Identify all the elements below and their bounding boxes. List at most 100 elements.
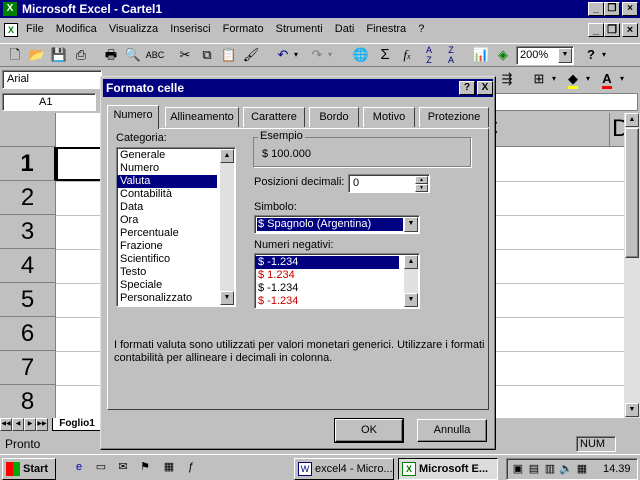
sort-descending-icon[interactable]: ZA — [440, 44, 462, 66]
next-sheet-icon[interactable]: ▶ — [24, 418, 36, 431]
tray-network-icon[interactable]: ▣ — [511, 462, 525, 476]
app-title-bar[interactable]: X Microsoft Excel - Cartel1 _ ❐ × — [0, 0, 640, 18]
last-sheet-icon[interactable]: ▶▶ — [36, 418, 48, 431]
first-sheet-icon[interactable]: ◀◀ — [0, 418, 12, 431]
tab-protezione[interactable]: Protezione — [419, 107, 489, 127]
row-header[interactable]: 1 — [0, 147, 56, 181]
negative-scroll-up-icon[interactable]: ▲ — [404, 255, 418, 269]
sort-ascending-icon[interactable]: AZ — [418, 44, 440, 66]
ok-button[interactable]: OK — [334, 418, 404, 443]
tab-allineamento[interactable]: Allineamento — [165, 107, 239, 127]
name-box[interactable]: A1 — [2, 93, 96, 111]
undo-dropdown-icon[interactable]: ▾ — [290, 44, 302, 66]
autosum-icon[interactable]: Σ — [374, 44, 396, 66]
new-file-icon[interactable]: 🗋 — [4, 44, 26, 66]
prev-sheet-icon[interactable]: ◀ — [12, 418, 24, 431]
list-item[interactable]: Percentuale — [117, 227, 235, 240]
scroll-down-icon[interactable]: ▼ — [625, 403, 639, 417]
zoom-select[interactable]: 200% ▼ — [516, 46, 574, 65]
spin-up-icon[interactable]: ▲ — [415, 176, 428, 184]
tray-scheduler-icon[interactable]: ▥ — [543, 462, 557, 476]
negative-numbers-list[interactable]: $ -1.234 $ 1.234 $ -1.234 $ -1.234 ▲ ▼ — [254, 253, 420, 309]
row-header[interactable]: 7 — [0, 351, 56, 385]
print-preview-icon[interactable]: ⎙ — [70, 44, 92, 66]
menu-modifica[interactable]: Modifica — [56, 23, 97, 35]
restore-button[interactable]: ❐ — [604, 2, 620, 16]
desktop-icon[interactable]: ▭ — [94, 460, 108, 474]
spellcheck-icon[interactable]: ABC — [144, 44, 166, 66]
list-item[interactable]: Scientifico — [117, 253, 235, 266]
sheet-tab-foglio1[interactable]: Foglio1 — [52, 418, 102, 431]
category-scrollbar[interactable]: ▲ ▼ — [220, 149, 234, 305]
negative-list-scrollbar[interactable]: ▲ ▼ — [404, 255, 418, 307]
tab-motivo[interactable]: Motivo — [363, 107, 415, 127]
menu-dati[interactable]: Dati — [335, 23, 355, 35]
doc-close-button[interactable]: × — [622, 23, 638, 37]
tab-carattere[interactable]: Carattere — [243, 107, 305, 127]
list-item[interactable]: $ -1.234 — [255, 256, 399, 269]
row-header[interactable]: 4 — [0, 249, 56, 283]
font-name-select[interactable]: Arial — [2, 70, 102, 89]
ie-icon[interactable]: e — [72, 460, 86, 474]
minimize-button[interactable]: _ — [588, 2, 604, 16]
quicklaunch-icon[interactable]: ▦ — [162, 460, 176, 474]
open-folder-icon[interactable]: 📂 — [26, 44, 48, 66]
category-scroll-down-icon[interactable]: ▼ — [220, 291, 234, 305]
preview-icon[interactable]: 🔍 — [122, 44, 144, 66]
close-button[interactable]: × — [622, 2, 638, 16]
negative-scroll-down-icon[interactable]: ▼ — [404, 293, 418, 307]
category-scroll-up-icon[interactable]: ▲ — [220, 149, 234, 163]
zoom-dropdown-icon[interactable]: ▼ — [558, 48, 572, 63]
row-header[interactable]: 3 — [0, 215, 56, 249]
wrap-text-icon[interactable]: ⇶ — [496, 68, 518, 90]
menu-inserisci[interactable]: Inserisci — [170, 23, 210, 35]
cut-icon[interactable]: ✂ — [174, 44, 196, 66]
save-icon[interactable]: 💾 — [48, 44, 70, 66]
font-color-dropdown-icon[interactable]: ▾ — [616, 68, 628, 90]
select-all-corner[interactable] — [0, 113, 56, 147]
doc-minimize-button[interactable]: _ — [588, 23, 604, 37]
dialog-help-button[interactable]: ? — [459, 81, 475, 95]
decimal-places-input[interactable]: 0 ▲ ▼ — [348, 174, 430, 193]
scroll-thumb[interactable] — [625, 128, 639, 258]
menu-visualizza[interactable]: Visualizza — [109, 23, 158, 35]
currency-dropdown-icon[interactable]: ▼ — [404, 217, 418, 232]
menu-finestra[interactable]: Finestra — [366, 23, 406, 35]
list-item[interactable]: Numero — [117, 162, 235, 175]
menu-strumenti[interactable]: Strumenti — [276, 23, 323, 35]
list-item[interactable]: Ora — [117, 214, 235, 227]
list-item[interactable]: Frazione — [117, 240, 235, 253]
list-item[interactable]: Contabilità — [117, 188, 235, 201]
row-header[interactable]: 6 — [0, 317, 56, 351]
dialog-close-button[interactable]: X — [477, 81, 493, 95]
script-icon[interactable]: ƒ — [184, 460, 198, 474]
vertical-scrollbar[interactable]: ▲ ▼ — [624, 113, 640, 418]
list-item[interactable]: Testo — [117, 266, 235, 279]
list-item[interactable]: Personalizzato — [117, 292, 235, 305]
function-icon[interactable]: fx — [396, 44, 418, 66]
tray-monitor-icon[interactable]: ▤ — [527, 462, 541, 476]
list-item[interactable]: $ 1.234 — [255, 269, 419, 282]
menu-help[interactable]: ? — [418, 23, 424, 35]
clock[interactable]: 14.39 — [603, 463, 631, 475]
borders-icon[interactable]: ⊞ — [528, 68, 550, 90]
taskbar-item[interactable]: X Microsoft E... — [398, 458, 498, 480]
list-item[interactable]: Data — [117, 201, 235, 214]
map-icon[interactable]: ◈ — [492, 44, 514, 66]
list-item[interactable]: $ -1.234 — [255, 295, 419, 308]
fill-color-icon[interactable]: ◆ — [562, 68, 584, 90]
format-painter-icon[interactable]: 🖌 — [240, 44, 262, 66]
menu-formato[interactable]: Formato — [223, 23, 264, 35]
font-color-icon[interactable]: A — [596, 68, 618, 90]
scroll-up-icon[interactable]: ▲ — [625, 113, 639, 127]
print-icon[interactable]: 🖶 — [100, 44, 122, 66]
currency-symbol-select[interactable]: $ Spagnolo (Argentina) ▼ — [254, 215, 420, 234]
fill-color-dropdown-icon[interactable]: ▾ — [582, 68, 594, 90]
taskbar-item[interactable]: W excel4 - Micro... — [294, 458, 394, 480]
workbook-icon[interactable]: X — [4, 23, 18, 37]
tab-numero[interactable]: Numero — [107, 105, 159, 129]
tab-bordo[interactable]: Bordo — [309, 107, 359, 127]
channels-icon[interactable]: ⚑ — [138, 460, 152, 474]
category-list[interactable]: Generale Numero Valuta Contabilità Data … — [116, 147, 236, 307]
active-cell-a1[interactable] — [56, 147, 104, 181]
